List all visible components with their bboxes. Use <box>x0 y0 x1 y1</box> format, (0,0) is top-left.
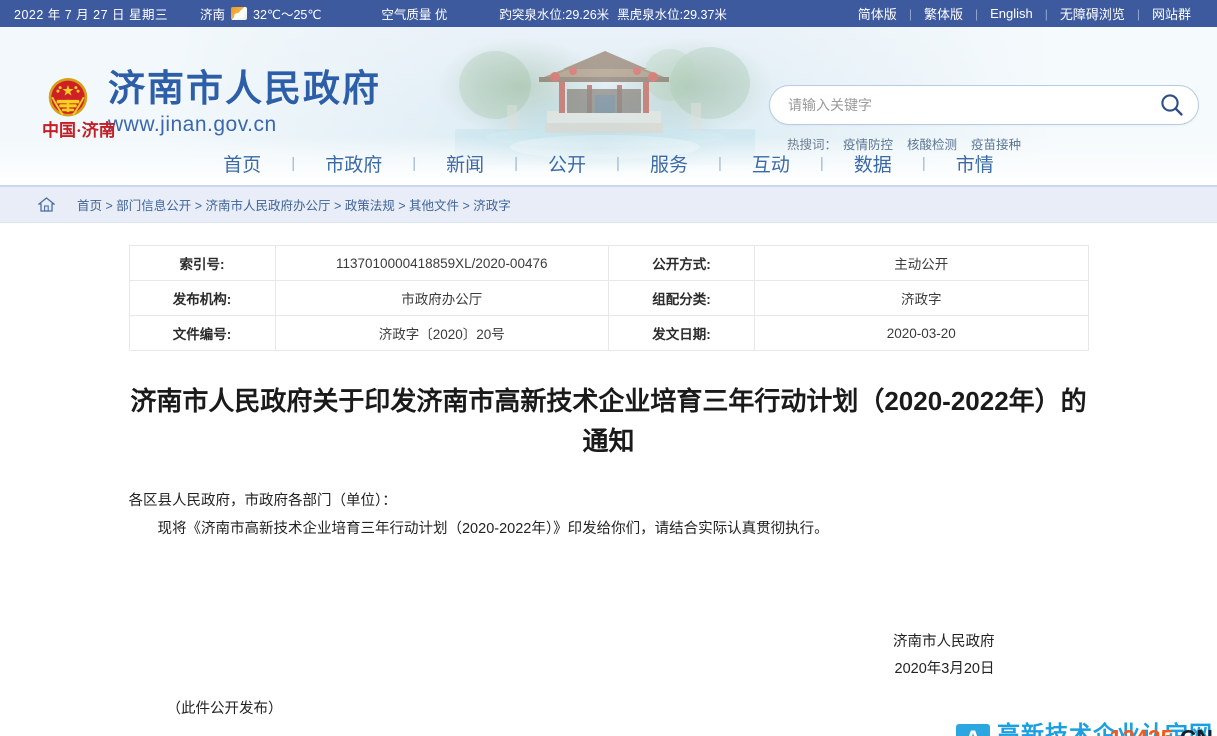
current-date: 2022 年 7 月 27 日 星期三 <box>14 8 169 22</box>
spring-baotu-level: 趵突泉水位:29.26米 <box>499 8 610 22</box>
topbar-info-group: 2022 年 7 月 27 日 星期三 济南 32℃～25℃ 空气质量 优 趵突… <box>0 4 727 23</box>
spring-heihu-level: 黑虎泉水位:29.37米 <box>617 8 727 22</box>
site-watermark: A 高新技术企业认定网 GAOXINJISHUQIYERENDINGWANG 1… <box>950 719 1217 736</box>
table-row: 索引号: 1137010000418859XL/2020-00476 公开方式:… <box>128 245 1089 281</box>
lang-traditional-link[interactable]: 繁体版 <box>912 4 975 23</box>
meta-key-issuedate: 发文日期: <box>608 315 755 351</box>
nav-item-home[interactable]: 首页 <box>193 150 291 177</box>
nav-item-news[interactable]: 新闻 <box>416 150 514 177</box>
document-paragraph-1: 现将《济南市高新技术企业培育三年行动计划（2020-2022年）》印发给你们，请… <box>157 521 829 537</box>
search-input[interactable] <box>788 87 1152 123</box>
search-button[interactable] <box>1152 87 1192 123</box>
meta-key-index: 索引号: <box>128 245 276 281</box>
lang-simplified-link[interactable]: 简体版 <box>846 4 909 23</box>
meta-key-category: 组配分类: <box>608 280 755 316</box>
nav-item-service[interactable]: 服务 <box>620 150 718 177</box>
nav-item-interaction[interactable]: 互动 <box>722 150 820 177</box>
topbar-links: 简体版 | 繁体版 | English | 无障碍浏览 | 网站群 <box>846 0 1203 27</box>
site-url: www.jinan.gov.cn <box>108 113 277 136</box>
signer-date: 2020年3月20日 <box>894 661 995 677</box>
signer-name: 济南市人民政府 <box>893 634 995 650</box>
document-signature: 济南市人民政府 2020年3月20日 <box>129 543 1089 683</box>
meta-key-docnumber: 文件编号: <box>128 315 276 351</box>
watermark-suffix: CN <box>1180 725 1213 736</box>
nav-item-openness[interactable]: 公开 <box>518 150 616 177</box>
main-navigation: 首页 | 市政府 | 新闻 | 公开 | 服务 | 互动 | 数据 | 市情 <box>0 141 1217 185</box>
meta-value-index: 1137010000418859XL/2020-00476 <box>274 245 609 281</box>
city-name: 济南 <box>200 8 226 22</box>
meta-value-agency: 市政府办公厅 <box>274 280 609 316</box>
site-header: 济南市人民政府 www.jinan.gov.cn 中国·济南 热搜词： 疫情防控… <box>0 27 1217 185</box>
meta-key-agency: 发布机构: <box>128 280 276 316</box>
top-utility-bar: 2022 年 7 月 27 日 星期三 济南 32℃～25℃ 空气质量 优 趵突… <box>0 0 1217 27</box>
breadcrumb-bar: 首页 > 部门信息公开 > 济南市人民政府办公厅 > 政策法规 > 其他文件 >… <box>0 187 1217 223</box>
nav-item-data[interactable]: 数据 <box>824 150 922 177</box>
home-icon[interactable] <box>38 197 55 212</box>
table-row: 发布机构: 市政府办公厅 组配分类: 济政字 <box>128 280 1089 316</box>
release-note: （此件公开发布） <box>166 701 283 717</box>
document-salutation: 各区县人民政府，市政府各部门（单位）： <box>128 493 397 509</box>
document-body: 各区县人民政府，市政府各部门（单位）： 现将《济南市高新技术企业培育三年行动计划… <box>129 487 1089 543</box>
breadcrumb[interactable]: 首页 > 部门信息公开 > 济南市人民政府办公厅 > 政策法规 > 其他文件 >… <box>77 195 511 214</box>
site-logo[interactable]: 济南市人民政府 www.jinan.gov.cn 中国·济南 <box>40 67 381 140</box>
lang-english-link[interactable]: English <box>978 6 1045 21</box>
watermark-text: 高新技术企业认定网 GAOXINJISHUQIYERENDINGWANG <box>997 723 1213 736</box>
brand-cn-jinan: 中国·济南 <box>42 121 116 140</box>
page-title: 济南市人民政府关于印发济南市高新技术企业培育三年行动计划（2020-2022年）… <box>130 386 1087 456</box>
watermark-cn-text: 高新技术企业认定网 <box>997 721 1213 736</box>
meta-key-disclosure: 公开方式: <box>608 245 755 281</box>
nav-item-city-profile[interactable]: 市情 <box>926 150 1024 177</box>
document-meta-table: 索引号: 1137010000418859XL/2020-00476 公开方式:… <box>128 245 1089 351</box>
meta-value-issuedate: 2020-03-20 <box>754 315 1089 351</box>
accessibility-link[interactable]: 无障碍浏览 <box>1048 4 1137 23</box>
sun-behind-cloud-icon <box>231 7 248 20</box>
watermark-overlay: 12425.CN <box>1109 725 1213 736</box>
nav-item-government[interactable]: 市政府 <box>295 150 412 177</box>
watermark-dot: . <box>1173 725 1179 736</box>
watermark-number: 12425 <box>1109 725 1173 736</box>
meta-value-category: 济政字 <box>754 280 1089 316</box>
search-box[interactable] <box>769 85 1199 125</box>
watermark-a-icon: A <box>956 723 990 736</box>
temperature: 32℃～25℃ <box>253 8 322 22</box>
search-icon <box>1161 94 1183 116</box>
air-quality: 空气质量 优 <box>381 8 448 22</box>
table-row: 文件编号: 济政字〔2020〕20号 发文日期: 2020-03-20 <box>128 315 1089 351</box>
meta-value-disclosure: 主动公开 <box>754 245 1089 281</box>
document-content: 索引号: 1137010000418859XL/2020-00476 公开方式:… <box>0 245 1217 736</box>
meta-value-docnumber: 济政字〔2020〕20号 <box>274 315 609 351</box>
site-group-link[interactable]: 网站群 <box>1140 4 1203 23</box>
site-title: 济南市人民政府 <box>108 68 381 109</box>
